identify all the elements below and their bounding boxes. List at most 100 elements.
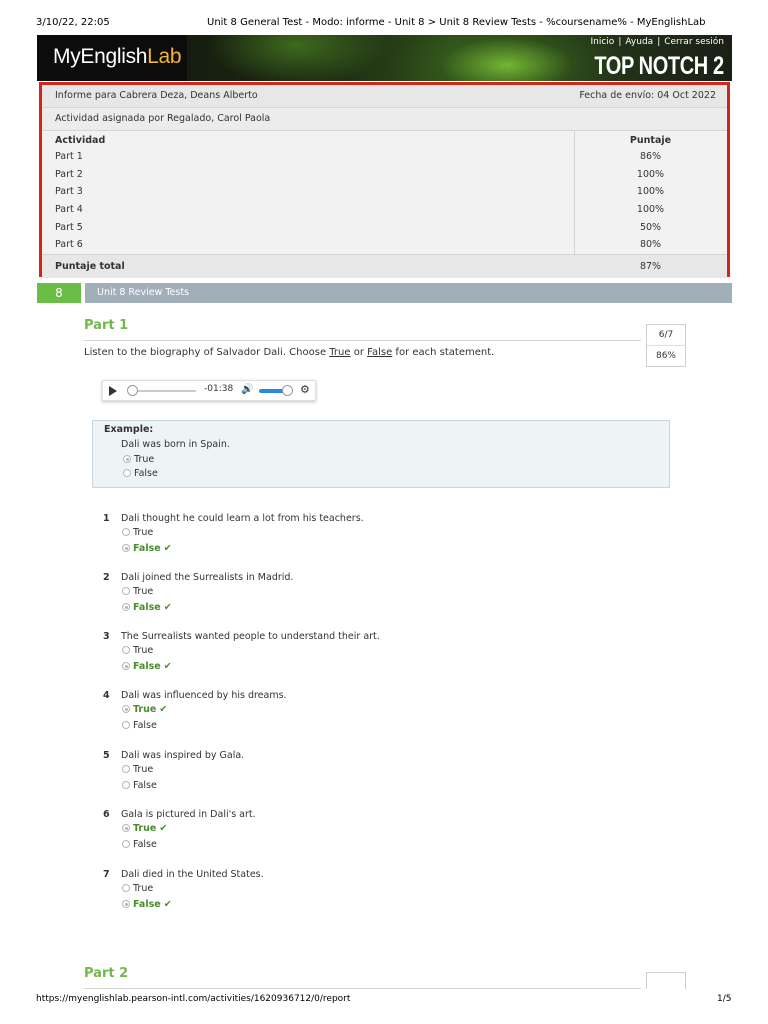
instruction-false: False: [367, 347, 393, 358]
checkmark-icon: ✔: [159, 823, 168, 834]
audio-time-remaining: -01:38: [204, 384, 234, 394]
myenglishlab-logo[interactable]: MyEnglishLab: [53, 45, 182, 69]
example-statement: Dali was born in Spain.: [121, 439, 230, 450]
unit-title: Unit 8 Review Tests: [85, 283, 732, 303]
radio-icon[interactable]: [122, 840, 130, 848]
option-false[interactable]: False: [122, 839, 157, 850]
option-label: True: [133, 764, 154, 775]
audio-progress-track[interactable]: [131, 390, 196, 392]
option-false[interactable]: False: [122, 720, 157, 731]
play-icon[interactable]: [109, 386, 117, 396]
radio-icon[interactable]: [122, 544, 130, 552]
radio-icon[interactable]: [122, 721, 130, 729]
option-label: False: [133, 899, 161, 910]
table-row: Part 2 100%: [42, 169, 727, 186]
link-inicio[interactable]: Inicio: [591, 37, 615, 47]
option-false[interactable]: False ✔: [122, 661, 172, 672]
question-text: Dali died in the United States.: [121, 869, 264, 880]
radio-icon: [123, 469, 131, 477]
row-score: 100%: [636, 169, 665, 180]
part-1-instructions: Listen to the biography of Salvador Dali…: [84, 347, 494, 358]
radio-icon[interactable]: [122, 646, 130, 654]
score-table: Actividad Puntaje Part 1 86% Part 2 100%…: [42, 131, 727, 254]
option-false[interactable]: False ✔: [122, 602, 172, 613]
column-header-activity: Actividad: [55, 135, 106, 146]
part-1-score-percent: 86%: [655, 351, 676, 361]
table-row: Part 4 100%: [42, 204, 727, 221]
radio-icon[interactable]: [122, 900, 130, 908]
question-number: 1: [103, 513, 110, 524]
question-number: 2: [103, 572, 110, 583]
option-false[interactable]: False ✔: [122, 899, 172, 910]
option-label: True: [133, 883, 154, 894]
option-label: True: [133, 527, 154, 538]
product-logo: TOP NOTCH 2: [594, 52, 725, 80]
total-score-row: Puntaje total 87%: [42, 254, 727, 278]
checkmark-icon: ✔: [163, 602, 172, 613]
option-true[interactable]: True: [122, 645, 153, 656]
option-false[interactable]: False: [122, 780, 157, 791]
radio-icon[interactable]: [122, 705, 130, 713]
row-score: 100%: [636, 186, 665, 197]
link-ayuda[interactable]: Ayuda: [625, 37, 653, 47]
option-true[interactable]: True ✔: [122, 823, 167, 834]
option-true[interactable]: True: [122, 527, 153, 538]
example-box: Example: Dali was born in Spain. True Fa…: [92, 420, 670, 488]
question-number: 7: [103, 869, 110, 880]
option-true[interactable]: True: [122, 586, 153, 597]
print-title: Unit 8 General Test - Modo: informe - Un…: [207, 17, 706, 28]
option-true[interactable]: True: [122, 764, 153, 775]
option-true[interactable]: True ✔: [122, 704, 167, 715]
gear-icon[interactable]: ⚙: [300, 383, 310, 396]
radio-icon[interactable]: [122, 587, 130, 595]
report-student: Informe para Cabrera Deza, Deans Alberto: [55, 90, 258, 101]
example-option-true: True: [123, 454, 154, 465]
table-row: Part 5 50%: [42, 222, 727, 239]
option-label: True: [134, 454, 155, 465]
question-text: Dali joined the Surrealists in Madrid.: [121, 572, 294, 583]
option-label: False: [133, 720, 157, 731]
option-label: False: [133, 543, 161, 554]
radio-icon[interactable]: [122, 765, 130, 773]
option-true[interactable]: True: [122, 883, 153, 894]
row-activity[interactable]: Part 5: [55, 222, 83, 233]
option-false[interactable]: False ✔: [122, 543, 172, 554]
link-separator: |: [618, 37, 622, 47]
radio-icon[interactable]: [122, 528, 130, 536]
row-activity[interactable]: Part 1: [55, 151, 83, 162]
report-assigned-row: Actividad asignada por Regalado, Carol P…: [42, 108, 727, 131]
instruction-text: or: [350, 347, 368, 358]
question-text: Dali was influenced by his dreams.: [121, 690, 287, 701]
print-page-number: 1/5: [717, 994, 732, 1004]
row-score: 50%: [639, 222, 662, 233]
row-score: 86%: [639, 151, 662, 162]
question-item: 6 Gala is pictured in Dali's art. True ✔ Fal…: [84, 809, 644, 859]
option-label: False: [133, 839, 157, 850]
audio-progress-handle[interactable]: [127, 385, 138, 396]
row-activity[interactable]: Part 3: [55, 186, 83, 197]
option-label: True: [133, 704, 157, 715]
radio-icon[interactable]: [122, 662, 130, 670]
unit-bar: 8 Unit 8 Review Tests: [37, 283, 732, 303]
question-item: 7 Dali died in the United States. True Fals…: [84, 869, 644, 919]
question-number: 5: [103, 750, 110, 761]
row-activity[interactable]: Part 6: [55, 239, 83, 250]
volume-slider-handle[interactable]: [282, 385, 294, 396]
question-item: 4 Dali was influenced by his dreams. True ✔…: [84, 690, 644, 740]
volume-icon[interactable]: 🔊: [241, 384, 253, 395]
audio-player: -01:38 🔊 ⚙: [102, 380, 316, 401]
report-submitted-date: Fecha de envío: 04 Oct 2022: [579, 90, 716, 101]
link-cerrar-sesion[interactable]: Cerrar sesión: [664, 37, 724, 47]
question-text: Gala is pictured in Dali's art.: [121, 809, 256, 820]
radio-icon[interactable]: [122, 884, 130, 892]
radio-icon[interactable]: [122, 603, 130, 611]
checkmark-icon: ✔: [163, 543, 172, 554]
row-score: 80%: [639, 239, 662, 250]
row-activity[interactable]: Part 2: [55, 169, 83, 180]
row-activity[interactable]: Part 4: [55, 204, 83, 215]
radio-icon[interactable]: [122, 781, 130, 789]
radio-icon[interactable]: [122, 824, 130, 832]
checkmark-icon: ✔: [163, 661, 172, 672]
checkmark-icon: ✔: [163, 899, 172, 910]
unit-number-badge: 8: [37, 283, 81, 303]
